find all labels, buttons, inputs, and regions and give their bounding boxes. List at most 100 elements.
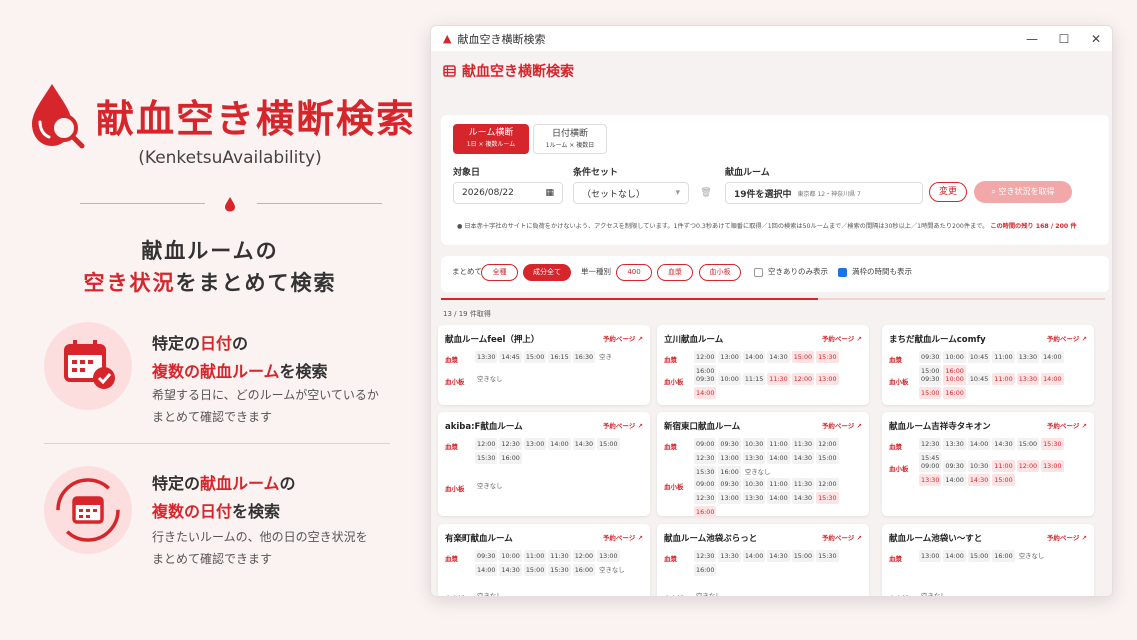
reserve-link[interactable]: 予約ページ ↗ [822, 420, 862, 430]
time-slot: 09:30 [475, 550, 498, 562]
reserve-link[interactable]: 予約ページ ↗ [822, 532, 862, 542]
blood-type-label: 血小板 [664, 483, 684, 491]
blood-type-label: 血小板 [889, 465, 909, 473]
time-slot: 09:30 [718, 478, 741, 490]
show-full-checkbox[interactable] [838, 268, 847, 277]
time-slot: 13:30 [742, 492, 766, 504]
time-slot: 11:30 [791, 478, 815, 490]
reserve-link[interactable]: 予約ページ ↗ [1047, 333, 1087, 343]
time-slot: 15:00 [597, 438, 620, 450]
time-slot: 09:00 [919, 460, 942, 472]
reserve-link[interactable]: 予約ページ ↗ [822, 333, 862, 343]
time-slot: 10:00 [499, 550, 522, 562]
close-button[interactable]: ✕ [1080, 26, 1112, 51]
app-icon: ▲ [443, 32, 452, 45]
time-slot: 09:30 [718, 438, 741, 450]
time-slot: 10:45 [967, 351, 991, 363]
change-button[interactable]: 変更 [929, 182, 967, 202]
time-slot: 14:30 [767, 351, 790, 363]
time-slot: 15:30 [475, 452, 498, 464]
room-label: 献血ルーム [725, 168, 770, 178]
time-slot: 15:00 [919, 387, 942, 399]
filter-platelet[interactable]: 血小板 [699, 264, 741, 281]
room-name: 有楽町献血ルーム [445, 534, 513, 544]
time-slot: 15:30 [816, 492, 839, 504]
time-slot: 15:00 [967, 550, 991, 562]
reserve-link[interactable]: 予約ページ ↗ [603, 420, 643, 430]
time-slot: 12:30 [694, 452, 717, 464]
filter-400[interactable]: 400 [616, 264, 652, 281]
blood-type-label: 血漿 [664, 555, 677, 563]
room-name: 献血ルーム池袋い〜すと [889, 534, 983, 544]
search-panel: ルーム横断 1日 × 複数ルーム 日付横断 1ルーム × 複数日 対象日 条件セット… [441, 115, 1109, 245]
calendar-check-icon [44, 322, 132, 410]
time-slot: 14:00 [943, 550, 966, 562]
time-slot: 11:00 [992, 351, 1015, 363]
time-slot: 12:00 [1016, 460, 1040, 472]
time-slot: 13:00 [523, 438, 547, 450]
reserve-link[interactable]: 予約ページ ↗ [603, 532, 643, 542]
minimize-button[interactable]: — [1016, 26, 1048, 51]
filter-seibun[interactable]: 成分全て [523, 264, 571, 281]
time-slot: 12:00 [816, 438, 839, 450]
tab-room-cross[interactable]: ルーム横断 1日 × 複数ルーム [453, 124, 529, 154]
room-name: 立川献血ルーム [664, 335, 724, 345]
condition-select[interactable]: （セットなし） ▾ [573, 182, 689, 204]
time-slot: 14:00 [1041, 373, 1064, 385]
fetch-button[interactable]: ⌕ 空き状況を取得 [974, 181, 1072, 203]
time-slot: 16:00 [718, 466, 741, 478]
time-slot: 09:00 [694, 478, 717, 490]
date-input[interactable]: 2026/08/22 ▦ [453, 182, 563, 204]
maximize-button[interactable]: ☐ [1048, 26, 1080, 51]
time-slot: 空きなし [744, 468, 771, 476]
time-slot: 14:30 [791, 452, 815, 464]
time-slot: 11:15 [742, 373, 766, 385]
time-slot: 11:30 [548, 550, 571, 562]
condition-label: 条件セット [573, 168, 619, 178]
time-slot: 14:00 [967, 438, 991, 450]
trash-icon[interactable]: 🗑 [695, 182, 717, 204]
blood-type-label: 血漿 [889, 356, 902, 364]
time-slot: 15:30 [816, 550, 839, 562]
time-slot: 15:00 [1016, 438, 1040, 450]
time-slot: 14:00 [767, 492, 790, 504]
room-selector[interactable]: 19件を選択中 東京都 12・神奈川県 7 [725, 182, 923, 204]
filter-all[interactable]: 全種 [481, 264, 518, 281]
time-slot: 15:00 [791, 550, 815, 562]
reserve-link[interactable]: 予約ページ ↗ [603, 333, 643, 343]
tab-date-cross[interactable]: 日付横断 1ルーム × 複数日 [533, 124, 607, 154]
time-slot: 10:45 [967, 373, 991, 385]
room-name: 新宿東口献血ルーム [664, 422, 741, 432]
time-slot: 12:30 [694, 492, 717, 504]
blood-type-label: 血小板 [445, 485, 465, 493]
time-slot: 14:30 [572, 438, 596, 450]
time-slot: 11:30 [791, 438, 815, 450]
time-slot: 12:00 [572, 550, 596, 562]
time-slot: 10:00 [943, 351, 966, 363]
date-label: 対象日 [453, 168, 481, 178]
room-card: 立川献血ルーム 予約ページ ↗ 血漿 12:00 13:00 14:00 14:30 15:0… [657, 325, 869, 405]
time-slot: 09:00 [694, 438, 717, 450]
blood-type-label: 血漿 [664, 356, 677, 364]
filter-plasma[interactable]: 血漿 [657, 264, 693, 281]
time-slot: 13:30 [1016, 351, 1040, 363]
page-header: 献血空き横断検索 [443, 61, 574, 81]
time-slot: 13:30 [742, 452, 766, 464]
blood-type-label: 血小板 [889, 593, 909, 596]
time-slot: 空きなし [477, 592, 503, 597]
time-slot: 13:30 [1016, 373, 1040, 385]
time-slot: 16:00 [992, 550, 1015, 562]
time-slot: 空きなし [477, 375, 503, 383]
only-available-checkbox[interactable] [754, 268, 763, 277]
room-card: 献血ルーム池袋い〜すと 予約ページ ↗ 血漿 13:00 14:00 15:00 16:00… [882, 524, 1094, 596]
time-slot: 11:00 [992, 460, 1015, 472]
time-slot: 15:00 [523, 351, 547, 363]
room-name: 献血ルームfeel（押上） [445, 335, 540, 345]
blood-type-label: 血小板 [664, 378, 684, 386]
time-slot: 14:30 [767, 550, 790, 562]
time-slot: 14:00 [742, 351, 766, 363]
reserve-link[interactable]: 予約ページ ↗ [1047, 420, 1087, 430]
time-slot: 10:00 [718, 373, 741, 385]
reserve-link[interactable]: 予約ページ ↗ [1047, 532, 1087, 542]
time-slot: 14:45 [499, 351, 522, 363]
